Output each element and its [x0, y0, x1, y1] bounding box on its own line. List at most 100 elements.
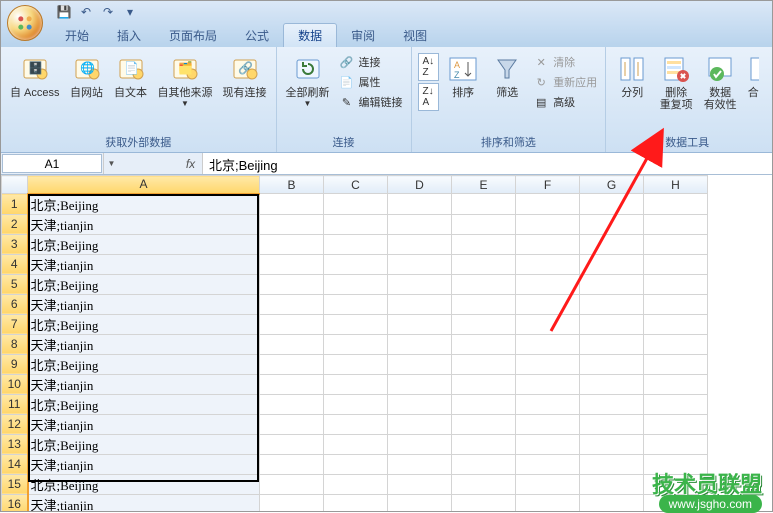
cell[interactable] — [580, 314, 644, 334]
cell[interactable] — [452, 474, 516, 494]
cell[interactable] — [580, 214, 644, 234]
cell[interactable] — [580, 474, 644, 494]
row-header[interactable]: 8 — [2, 334, 28, 354]
cell[interactable] — [324, 414, 388, 434]
external-data-button-1[interactable]: 🌐自网站 — [67, 51, 107, 101]
external-data-button-0[interactable]: 🗄️自 Access — [7, 51, 63, 101]
cell[interactable] — [644, 294, 708, 314]
cell[interactable]: 天津;tianjin — [28, 374, 260, 394]
cell[interactable] — [452, 234, 516, 254]
fx-icon[interactable]: fx — [179, 153, 203, 174]
column-header[interactable]: G — [580, 176, 644, 194]
tab-0[interactable]: 开始 — [51, 24, 103, 47]
row-header[interactable]: 12 — [2, 414, 28, 434]
cell[interactable] — [516, 414, 580, 434]
column-header[interactable]: A — [28, 176, 260, 194]
cell[interactable] — [516, 194, 580, 215]
cell[interactable] — [388, 194, 452, 215]
external-data-button-2[interactable]: 📄自文本 — [111, 51, 151, 101]
cell[interactable] — [644, 234, 708, 254]
remove-duplicates-button[interactable]: 删除 重复项 — [656, 51, 696, 113]
tab-5[interactable]: 审阅 — [337, 24, 389, 47]
cell[interactable] — [516, 234, 580, 254]
column-header[interactable]: F — [516, 176, 580, 194]
cell[interactable]: 天津;tianjin — [28, 454, 260, 474]
cell[interactable] — [516, 294, 580, 314]
cell[interactable] — [260, 254, 324, 274]
cell[interactable] — [452, 354, 516, 374]
cell[interactable] — [260, 274, 324, 294]
cell[interactable] — [580, 354, 644, 374]
row-header[interactable]: 13 — [2, 434, 28, 454]
cell[interactable] — [260, 434, 324, 454]
cell[interactable] — [388, 234, 452, 254]
cell[interactable]: 天津;tianjin — [28, 414, 260, 434]
row-header[interactable]: 14 — [2, 454, 28, 474]
cell[interactable] — [516, 354, 580, 374]
row-header[interactable]: 1 — [2, 194, 28, 215]
cell[interactable] — [388, 374, 452, 394]
cell[interactable] — [324, 334, 388, 354]
cell[interactable] — [452, 194, 516, 215]
row-header[interactable]: 9 — [2, 354, 28, 374]
cell[interactable]: 北京;Beijing — [28, 474, 260, 494]
cell[interactable]: 天津;tianjin — [28, 334, 260, 354]
text-to-columns-button[interactable]: 分列 — [612, 51, 652, 101]
spreadsheet-grid[interactable]: ABCDEFGH1北京;Beijing2天津;tianjin3北京;Beijin… — [1, 175, 772, 511]
cell[interactable] — [388, 434, 452, 454]
properties-button[interactable]: 📄属性 — [337, 73, 405, 91]
cell[interactable] — [516, 494, 580, 511]
cell[interactable] — [260, 414, 324, 434]
cell[interactable] — [324, 374, 388, 394]
office-button[interactable] — [7, 5, 43, 41]
qat-dropdown-icon[interactable]: ▾ — [121, 3, 139, 21]
cell[interactable] — [388, 254, 452, 274]
save-icon[interactable]: 💾 — [55, 3, 73, 21]
cell[interactable] — [580, 334, 644, 354]
cell[interactable] — [452, 434, 516, 454]
cell[interactable] — [324, 234, 388, 254]
tab-3[interactable]: 公式 — [231, 24, 283, 47]
cell[interactable] — [260, 234, 324, 254]
cell[interactable] — [644, 434, 708, 454]
cell[interactable] — [644, 394, 708, 414]
cell[interactable] — [452, 254, 516, 274]
cell[interactable] — [452, 214, 516, 234]
cell[interactable] — [644, 374, 708, 394]
cell[interactable] — [580, 274, 644, 294]
cell[interactable] — [324, 474, 388, 494]
cell[interactable] — [452, 494, 516, 511]
namebox-dropdown-icon[interactable]: ▼ — [103, 153, 119, 174]
cell[interactable] — [324, 394, 388, 414]
cell[interactable] — [580, 454, 644, 474]
cell[interactable] — [580, 394, 644, 414]
consolidate-button-partial[interactable]: 合 — [744, 51, 762, 101]
cell[interactable] — [324, 194, 388, 215]
cell[interactable] — [388, 354, 452, 374]
cell[interactable] — [324, 434, 388, 454]
cell[interactable] — [388, 454, 452, 474]
cell[interactable] — [324, 254, 388, 274]
cell[interactable] — [580, 494, 644, 511]
cell[interactable] — [388, 474, 452, 494]
cell[interactable]: 北京;Beijing — [28, 354, 260, 374]
cell[interactable] — [452, 414, 516, 434]
row-header[interactable]: 5 — [2, 274, 28, 294]
cell[interactable] — [324, 274, 388, 294]
column-header[interactable]: E — [452, 176, 516, 194]
cell[interactable] — [388, 334, 452, 354]
cell[interactable] — [260, 494, 324, 511]
cell[interactable]: 天津;tianjin — [28, 214, 260, 234]
tab-2[interactable]: 页面布局 — [155, 24, 231, 47]
cell[interactable] — [580, 254, 644, 274]
undo-icon[interactable]: ↶ — [77, 3, 95, 21]
cell[interactable] — [388, 494, 452, 511]
cell[interactable] — [452, 394, 516, 414]
cell[interactable] — [452, 274, 516, 294]
cell[interactable] — [260, 374, 324, 394]
cell[interactable] — [324, 494, 388, 511]
column-header[interactable]: C — [324, 176, 388, 194]
cell[interactable] — [516, 214, 580, 234]
cell[interactable] — [516, 314, 580, 334]
cell[interactable] — [260, 454, 324, 474]
